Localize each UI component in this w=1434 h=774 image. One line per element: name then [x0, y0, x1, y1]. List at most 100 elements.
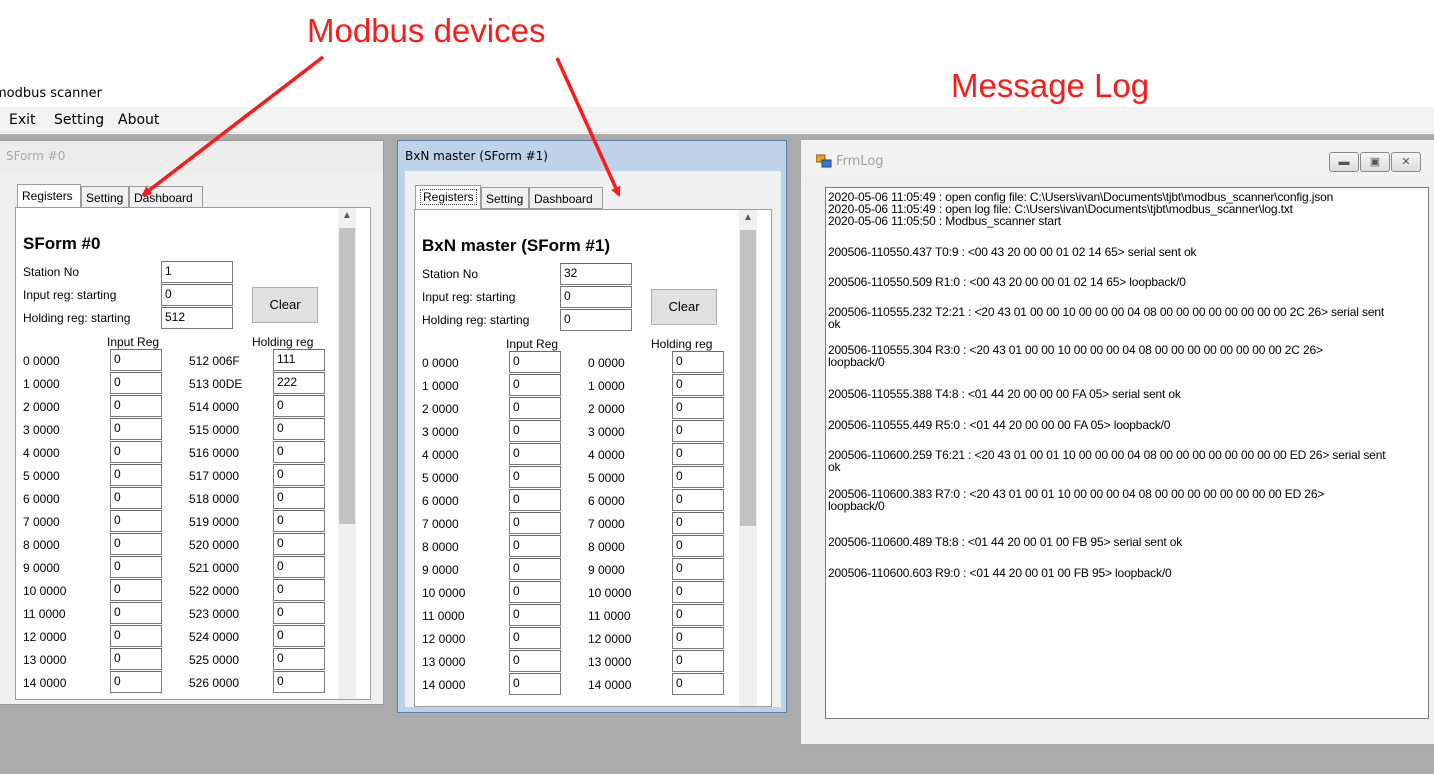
maximize-button[interactable]: ▣ [1360, 152, 1390, 172]
holding-start-field[interactable]: 0 [560, 309, 632, 331]
holding-start-field[interactable]: 512 [161, 307, 233, 329]
holding-reg-field[interactable]: 0 [273, 625, 325, 647]
input-reg-field[interactable]: 0 [110, 395, 162, 417]
log-line: ok [828, 460, 841, 474]
log-window[interactable]: FrmLog ▬ ▣ ✕ 2020-05-06 11:05:49 : open … [800, 139, 1434, 745]
menu-exit[interactable]: Exit [9, 112, 36, 128]
holding-reg-field[interactable]: 0 [672, 397, 724, 419]
input-reg-field[interactable]: 0 [509, 558, 561, 580]
input-reg-field[interactable]: 0 [509, 581, 561, 603]
input-reg-field[interactable]: 0 [509, 627, 561, 649]
holding-reg-field[interactable]: 0 [672, 512, 724, 534]
holding-reg-field[interactable]: 0 [672, 351, 724, 373]
input-reg-field[interactable]: 0 [110, 510, 162, 532]
menu-setting[interactable]: Setting [54, 112, 104, 128]
clear-button[interactable]: Clear [252, 287, 318, 323]
holding-reg-field[interactable]: 0 [273, 395, 325, 417]
tab-dashboard[interactable]: Dashboard [529, 187, 603, 209]
holding-reg-field[interactable]: 0 [273, 671, 325, 693]
holding-reg-field[interactable]: 0 [273, 510, 325, 532]
holding-reg-field[interactable]: 0 [672, 443, 724, 465]
holding-reg-field[interactable]: 0 [273, 418, 325, 440]
input-reg-field[interactable]: 0 [509, 374, 561, 396]
holding-reg-field[interactable]: 0 [672, 489, 724, 511]
input-reg-field[interactable]: 0 [110, 487, 162, 509]
holding-reg-field[interactable]: 0 [672, 558, 724, 580]
log-line: 200506-110555.449 R5:0 : <01 44 20 00 00… [828, 418, 1171, 432]
vertical-scrollbar[interactable]: ▲ [338, 208, 356, 699]
holding-reg-field[interactable]: 0 [672, 374, 724, 396]
minimize-button[interactable]: ▬ [1329, 152, 1359, 172]
tab-dashboard[interactable]: Dashboard [129, 186, 203, 208]
input-reg-field[interactable]: 0 [509, 489, 561, 511]
input-reg-field[interactable]: 0 [509, 512, 561, 534]
holding-reg-field[interactable]: 0 [672, 466, 724, 488]
vertical-scrollbar[interactable]: ▲ [739, 210, 757, 706]
station-no-field[interactable]: 32 [560, 263, 632, 285]
input-reg-field[interactable]: 0 [509, 443, 561, 465]
input-reg-field[interactable]: 0 [509, 397, 561, 419]
input-start-field[interactable]: 0 [161, 284, 233, 306]
input-reg-field[interactable]: 0 [110, 464, 162, 486]
input-reg-label: 3 0000 [422, 425, 459, 439]
input-reg-field[interactable]: 0 [110, 533, 162, 555]
input-reg-field[interactable]: 0 [509, 535, 561, 557]
scroll-up-icon[interactable]: ▲ [739, 212, 757, 228]
scroll-up-icon[interactable]: ▲ [338, 210, 356, 226]
input-start-field[interactable]: 0 [560, 286, 632, 308]
sform-0-window[interactable]: SForm #0 Registers Setting Dashboard SFo… [0, 140, 384, 705]
annotation-message-log: Message Log [951, 67, 1150, 104]
holding-reg-field[interactable]: 111 [273, 349, 325, 371]
app-title: modbus scanner [0, 86, 102, 101]
tab-setting[interactable]: Setting [81, 186, 129, 208]
input-reg-field[interactable]: 0 [509, 604, 561, 626]
holding-reg-field[interactable]: 0 [672, 673, 724, 695]
close-button[interactable]: ✕ [1391, 152, 1421, 172]
input-reg-field[interactable]: 0 [110, 602, 162, 624]
window-caption[interactable]: BxN master (SForm #1) [398, 141, 786, 171]
input-reg-field[interactable]: 0 [509, 420, 561, 442]
holding-reg-field[interactable]: 0 [273, 579, 325, 601]
input-reg-field[interactable]: 0 [110, 349, 162, 371]
holding-reg-field[interactable]: 0 [672, 650, 724, 672]
input-reg-field[interactable]: 0 [110, 441, 162, 463]
station-no-field[interactable]: 1 [161, 261, 233, 283]
holding-reg-field[interactable]: 0 [273, 533, 325, 555]
holding-reg-field[interactable]: 0 [273, 441, 325, 463]
holding-reg-field[interactable]: 0 [273, 648, 325, 670]
tab-registers[interactable]: Registers [415, 185, 481, 209]
input-reg-field[interactable]: 0 [110, 556, 162, 578]
tab-registers[interactable]: Registers [17, 184, 81, 208]
holding-reg-field[interactable]: 0 [273, 556, 325, 578]
input-reg-field[interactable]: 0 [110, 648, 162, 670]
scroll-thumb[interactable] [740, 230, 756, 526]
input-reg-field[interactable]: 0 [110, 418, 162, 440]
input-reg-field[interactable]: 0 [110, 372, 162, 394]
input-reg-field[interactable]: 0 [509, 673, 561, 695]
holding-reg-field[interactable]: 0 [273, 464, 325, 486]
input-reg-field[interactable]: 0 [110, 579, 162, 601]
log-window-caption[interactable]: FrmLog ▬ ▣ ✕ [801, 140, 1434, 178]
input-reg-field[interactable]: 0 [509, 351, 561, 373]
log-textbox[interactable]: 2020-05-06 11:05:49 : open config file: … [825, 187, 1429, 719]
holding-reg-field[interactable]: 0 [672, 420, 724, 442]
input-reg-field[interactable]: 0 [110, 625, 162, 647]
input-reg-field[interactable]: 0 [509, 650, 561, 672]
holding-reg-field[interactable]: 222 [273, 372, 325, 394]
input-reg-field[interactable]: 0 [509, 466, 561, 488]
holding-reg-field[interactable]: 0 [273, 487, 325, 509]
holding-reg-field[interactable]: 0 [672, 535, 724, 557]
log-line: 200506-110555.232 T2:21 : <20 43 01 00 0… [828, 305, 1385, 319]
window-caption[interactable]: SForm #0 [0, 141, 383, 171]
holding-reg-field[interactable]: 0 [672, 581, 724, 603]
input-reg-field[interactable]: 0 [110, 671, 162, 693]
scroll-thumb[interactable] [339, 228, 355, 524]
input-reg-label: 7 0000 [23, 515, 60, 529]
sform-1-window[interactable]: BxN master (SForm #1) Registers Setting … [397, 140, 787, 713]
holding-reg-field[interactable]: 0 [672, 604, 724, 626]
clear-button[interactable]: Clear [651, 289, 717, 325]
holding-reg-field[interactable]: 0 [672, 627, 724, 649]
menu-about[interactable]: About [118, 112, 159, 128]
holding-reg-field[interactable]: 0 [273, 602, 325, 624]
tab-setting[interactable]: Setting [481, 187, 529, 209]
